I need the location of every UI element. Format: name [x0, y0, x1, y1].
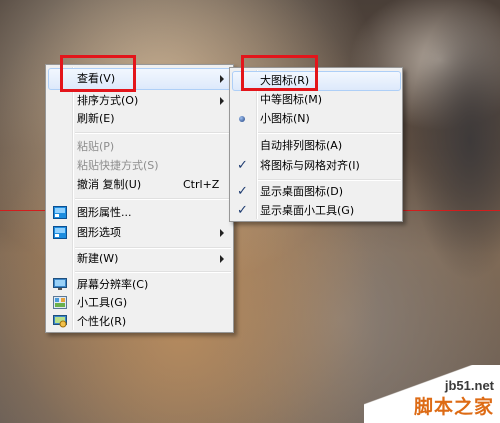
menu-item-medium-icons[interactable]: 中等图标(M) [232, 90, 401, 110]
menu-item-refresh[interactable]: 刷新(E) [48, 109, 232, 129]
menu-item-new[interactable]: 新建(W) [48, 249, 232, 269]
menu-item-show-desktop-gadgets[interactable]: ✓ 显示桌面小工具(G) [232, 201, 401, 221]
menu-item-label: 显示桌面图标(D) [260, 185, 344, 198]
menu-item-auto-arrange[interactable]: 自动排列图标(A) [232, 136, 401, 156]
menu-item-label: 粘贴快捷方式(S) [77, 159, 159, 172]
menu-item-graphics-properties[interactable]: 图形属性... [48, 203, 232, 223]
menu-item-label: 刷新(E) [77, 112, 115, 125]
menu-separator [75, 132, 231, 134]
menu-item-label: 粘贴(P) [77, 140, 115, 153]
menu-item-label: 图形选项 [77, 226, 121, 239]
menu-item-label: 图形属性... [77, 206, 132, 219]
shortcut-label: Ctrl+Z [183, 178, 220, 191]
personalize-icon [53, 315, 67, 328]
menu-item-show-desktop-icons[interactable]: ✓ 显示桌面图标(D) [232, 182, 401, 202]
submenu-arrow-icon [220, 229, 224, 237]
menu-item-personalize[interactable]: 个性化(R) [48, 312, 232, 332]
desktop-context-menu: 查看(V) 排序方式(O) 刷新(E) 粘贴(P) 粘贴快捷方式(S) 撤消 复… [45, 64, 234, 333]
checkmark-icon: ✓ [237, 203, 248, 218]
menu-item-undo-copy[interactable]: 撤消 复制(U) Ctrl+Z [48, 175, 232, 195]
menu-item-graphics-options[interactable]: 图形选项 [48, 223, 232, 243]
menu-item-small-icons[interactable]: 小图标(N) [232, 109, 401, 129]
menu-item-align-to-grid[interactable]: ✓ 将图标与网格对齐(I) [232, 156, 401, 176]
menu-item-gadgets[interactable]: 小工具(G) [48, 293, 232, 313]
menu-item-label: 小工具(G) [77, 296, 128, 309]
menu-separator [75, 271, 231, 273]
menu-separator [258, 132, 401, 134]
watermark-name: 脚本之家 [413, 396, 494, 418]
submenu-arrow-icon [220, 75, 224, 83]
graphics-properties-icon [53, 206, 67, 219]
menu-item-paste[interactable]: 粘贴(P) [48, 137, 232, 157]
menu-item-label: 将图标与网格对齐(I) [260, 159, 360, 172]
menu-item-label: 撤消 复制(U) [77, 178, 142, 191]
radio-bullet-icon [239, 116, 245, 122]
menu-item-label: 小图标(N) [260, 112, 310, 125]
menu-item-screen-resolution[interactable]: 屏幕分辨率(C) [48, 275, 232, 295]
checkmark-icon: ✓ [237, 158, 248, 173]
submenu-arrow-icon [220, 255, 224, 263]
menu-item-label: 个性化(R) [77, 315, 127, 328]
menu-item-label: 显示桌面小工具(G) [260, 204, 355, 217]
graphics-options-icon [53, 226, 67, 239]
menu-separator [258, 179, 401, 181]
menu-item-label: 屏幕分辨率(C) [77, 278, 149, 291]
submenu-arrow-icon [220, 97, 224, 105]
checkmark-icon: ✓ [237, 184, 248, 199]
menu-item-label: 自动排列图标(A) [260, 139, 343, 152]
menu-item-paste-shortcut[interactable]: 粘贴快捷方式(S) [48, 156, 232, 176]
annotation-box-large-icons [241, 55, 318, 91]
gadgets-icon [53, 296, 67, 309]
watermark: jb51.net 脚本之家 [364, 365, 500, 423]
menu-separator [75, 198, 231, 200]
menu-item-label: 中等图标(M) [260, 93, 323, 106]
menu-item-sort-by[interactable]: 排序方式(O) [48, 91, 232, 111]
menu-item-label: 排序方式(O) [77, 94, 139, 107]
menu-item-label: 新建(W) [77, 252, 119, 265]
screen-resolution-icon [53, 278, 67, 291]
watermark-site: jb51.net [444, 378, 494, 393]
annotation-box-view [60, 55, 136, 92]
